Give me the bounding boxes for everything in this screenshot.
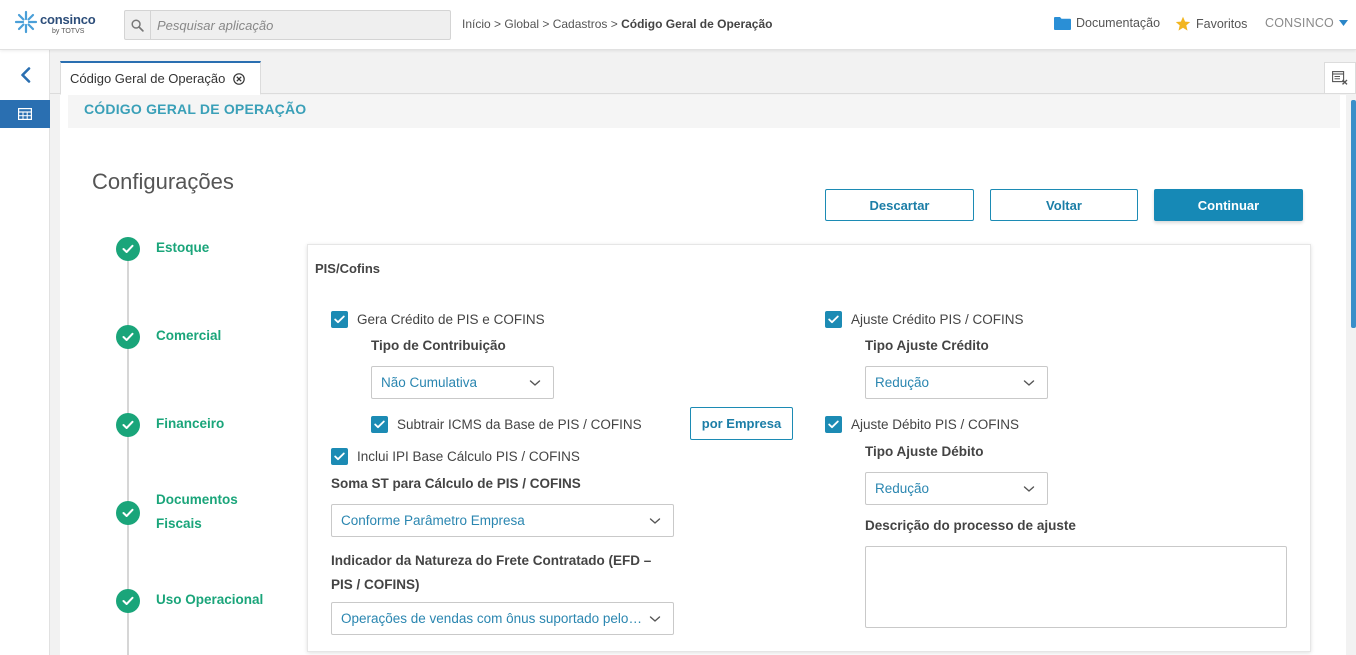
step-check-icon — [116, 237, 140, 261]
close-tabs-icon — [1332, 71, 1348, 85]
ajuste-debito-checkbox[interactable] — [825, 416, 842, 433]
step-comercial[interactable]: Comercial — [156, 324, 221, 348]
folder-icon — [1054, 17, 1071, 30]
ajuste-debito-label: Ajuste Débito PIS / COFINS — [851, 417, 1020, 432]
step-label-line2: Fiscais — [156, 516, 202, 531]
tipo-ajuste-credito-label: Tipo Ajuste Crédito — [865, 338, 989, 353]
inclui-ipi-checkbox[interactable] — [331, 448, 348, 465]
page-header-title: CÓDIGO GERAL DE OPERAÇÃO — [84, 101, 307, 117]
user-menu[interactable]: CONSINCO — [1265, 16, 1348, 30]
step-documentos-fiscais[interactable]: Documentos Fiscais — [156, 488, 238, 536]
check-icon — [334, 315, 345, 324]
documentation-label: Documentação — [1076, 16, 1161, 30]
search-box — [124, 10, 451, 40]
tab-label: Código Geral de Operação — [70, 71, 226, 86]
consinco-logo[interactable]: consinco by TOTVS — [14, 10, 104, 40]
indicador-frete-label-line2: PIS / COFINS) — [331, 577, 420, 592]
step-label-line1: Documentos — [156, 492, 238, 507]
favorites-link[interactable]: Favoritos — [1175, 16, 1247, 32]
search-input[interactable] — [152, 11, 448, 39]
subtrair-icms-label: Subtrair ICMS da Base de PIS / COFINS — [397, 417, 642, 432]
continue-button[interactable]: Continuar — [1154, 189, 1303, 221]
descricao-ajuste-textarea[interactable] — [865, 546, 1287, 628]
tipo-contribuicao-select[interactable]: Não Cumulativa — [371, 366, 554, 399]
step-check-icon — [116, 589, 140, 613]
back-button[interactable]: Voltar — [990, 189, 1138, 221]
tipo-contribuicao-label: Tipo de Contribuição — [371, 338, 506, 353]
indicador-frete-select[interactable]: Operações de vendas com ônus suportado p… — [331, 602, 674, 635]
search-icon[interactable] — [125, 11, 151, 39]
soma-st-value: Conforme Parâmetro Empresa — [341, 513, 525, 528]
soma-st-label: Soma ST para Cálculo de PIS / COFINS — [331, 476, 581, 491]
chevron-down-icon — [1023, 486, 1035, 492]
logo-star-icon — [14, 10, 38, 34]
breadcrumb-current: Código Geral de Operação — [621, 17, 773, 31]
caret-down-icon — [1338, 20, 1348, 26]
step-uso-operacional[interactable]: Uso Operacional — [156, 588, 263, 612]
tipo-ajuste-debito-label: Tipo Ajuste Débito — [865, 444, 984, 459]
documentation-link[interactable]: Documentação — [1054, 16, 1160, 30]
page-header: CÓDIGO GERAL DE OPERAÇÃO — [68, 95, 1340, 128]
collapse-menu-button[interactable] — [0, 60, 50, 90]
favorites-label: Favoritos — [1196, 17, 1248, 31]
top-header: consinco by TOTVS Início > Global > Cada… — [0, 0, 1356, 50]
check-icon — [828, 315, 839, 324]
step-check-icon — [116, 325, 140, 349]
ajuste-credito-label: Ajuste Crédito PIS / COFINS — [851, 312, 1024, 327]
step-estoque[interactable]: Estoque — [156, 236, 209, 260]
logo-subtitle: by TOTVS — [52, 28, 85, 35]
table-icon — [18, 108, 32, 120]
chevron-down-icon — [649, 518, 661, 524]
por-empresa-button[interactable]: por Empresa — [690, 407, 793, 440]
breadcrumb: Início > Global > Cadastros > Código Ger… — [462, 17, 772, 31]
chevron-down-icon — [529, 380, 541, 386]
tipo-ajuste-credito-value: Redução — [875, 375, 930, 390]
check-icon — [334, 452, 345, 461]
soma-st-select[interactable]: Conforme Parâmetro Empresa — [331, 504, 674, 537]
step-check-icon — [116, 413, 140, 437]
discard-button[interactable]: Descartar — [825, 189, 974, 221]
left-rail — [0, 50, 50, 655]
ajuste-credito-checkbox[interactable] — [825, 311, 842, 328]
gera-credito-checkbox[interactable] — [331, 311, 348, 328]
subtrair-icms-checkbox[interactable] — [371, 416, 388, 433]
check-icon — [828, 420, 839, 429]
close-all-tabs-button[interactable] — [1324, 62, 1356, 94]
indicador-frete-value: Operações de vendas com ônus suportado p… — [341, 611, 673, 626]
chevron-left-icon — [20, 67, 30, 83]
indicador-frete-label: Indicador da Natureza do Frete Contratad… — [331, 549, 651, 597]
tab-codigo-geral-operacao[interactable]: Código Geral de Operação — [60, 61, 261, 95]
chevron-down-icon — [649, 616, 661, 622]
gera-credito-label: Gera Crédito de PIS e COFINS — [357, 312, 545, 327]
chevron-down-icon — [1023, 380, 1035, 386]
inclui-ipi-label: Inclui IPI Base Cálculo PIS / COFINS — [357, 449, 580, 464]
star-icon — [1175, 16, 1191, 31]
step-check-icon — [116, 501, 140, 525]
check-icon — [374, 420, 385, 429]
card-title: PIS/Cofins — [315, 261, 381, 276]
scrollbar-thumb[interactable] — [1351, 100, 1356, 328]
tipo-ajuste-debito-select[interactable]: Redução — [865, 472, 1048, 505]
tipo-contribuicao-value: Não Cumulativa — [381, 375, 478, 390]
descricao-ajuste-label: Descrição do processo de ajuste — [865, 518, 1076, 533]
tipo-ajuste-debito-value: Redução — [875, 481, 930, 496]
close-circle-icon[interactable] — [233, 72, 246, 85]
tabs-bar: Código Geral de Operação — [50, 50, 1356, 95]
user-label: CONSINCO — [1265, 16, 1334, 30]
section-title: Configurações — [92, 169, 234, 194]
breadcrumb-path[interactable]: Início > Global > Cadastros > — [462, 17, 621, 31]
logo-text: consinco — [40, 12, 96, 27]
step-financeiro[interactable]: Financeiro — [156, 412, 224, 436]
indicador-frete-label-line1: Indicador da Natureza do Frete Contratad… — [331, 553, 652, 568]
rail-item-table[interactable] — [0, 100, 50, 128]
tipo-ajuste-credito-select[interactable]: Redução — [865, 366, 1048, 399]
